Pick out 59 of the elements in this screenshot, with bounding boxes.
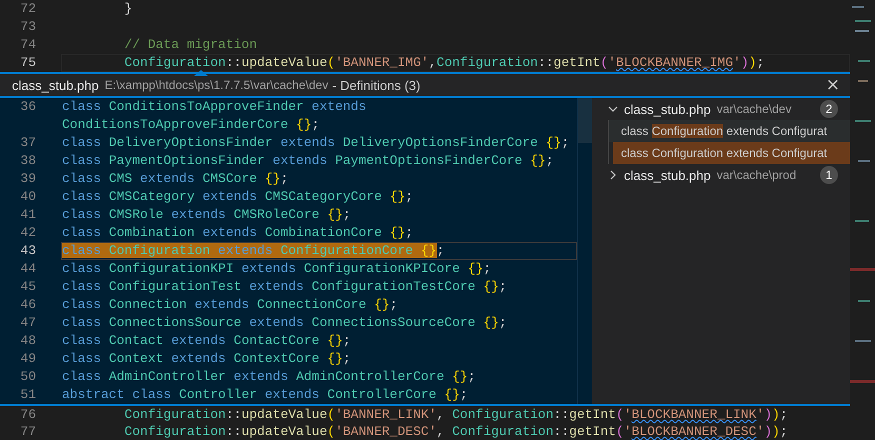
- code-line: Configuration::updateValue('BANNER_DESC', Configuration::getInt('BLOCKBANNER_DESC'));: [123, 424, 788, 439]
- line-number: 50: [20, 369, 36, 384]
- line-number: 76: [19, 406, 36, 423]
- line-number: 75: [19, 54, 36, 72]
- reference-file-item[interactable]: class_stub.php var\cache\prod 1: [592, 164, 850, 186]
- line-number: 37: [20, 135, 36, 150]
- line-number: 48: [20, 333, 36, 348]
- code-line: Configuration::updateValue('BANNER_IMG',Configuration::getInt('BLOCKBANNER_IMG'));: [123, 55, 764, 70]
- count-badge: 2: [820, 100, 838, 118]
- code-line: }: [123, 1, 132, 16]
- line-number: 36: [20, 99, 36, 114]
- code-line: // Data migration: [123, 37, 258, 52]
- reference-file-name: class_stub.php: [624, 168, 711, 182]
- line-number: 49: [20, 351, 36, 366]
- code-line: class Configuration extends ConfigurationCore {};: [62, 243, 444, 258]
- line-number: 42: [20, 225, 36, 240]
- code-line: class AdminController extends AdminControllerCore {};: [62, 369, 476, 384]
- code-line: class ConfigurationTest extends ConfigurationTestCore {};: [62, 279, 507, 294]
- line-number: 72: [19, 0, 36, 18]
- code-line: Configuration::updateValue('BANNER_LINK', Configuration::getInt('BLOCKBANNER_LINK'));: [123, 407, 788, 422]
- reference-item[interactable]: class Configuration extends Configurat: [608, 120, 850, 142]
- line-number: 51: [20, 387, 36, 402]
- reference-file-path: var\cache\dev: [716, 102, 792, 116]
- line-number: 77: [19, 423, 36, 440]
- code-line: abstract class Controller extends ControllerCore {};: [62, 387, 468, 402]
- peek-title: - Definitions (3): [332, 78, 420, 92]
- code-line: class ConfigurationKPI extends ConfigurationKPICore {};: [62, 261, 492, 276]
- reference-file-item[interactable]: class_stub.php var\cache\dev 2: [592, 98, 850, 120]
- reference-file-path: var\cache\prod: [716, 168, 796, 182]
- line-number: 45: [20, 279, 36, 294]
- code-line: class Contact extends ContactCore {};: [62, 333, 351, 348]
- line-number: 46: [20, 297, 36, 312]
- line-number: 47: [20, 315, 36, 330]
- count-badge: 1: [820, 166, 838, 184]
- reference-file-name: class_stub.php: [624, 102, 711, 116]
- line-number: 73: [19, 18, 36, 36]
- reference-item[interactable]: class Configuration extends Configurat: [608, 142, 850, 164]
- code-line: class Context extends ContextCore {};: [62, 351, 351, 366]
- code-line: class CMSCategory extends CMSCategoryCore {};: [62, 189, 414, 204]
- code-line: class Combination extends CombinationCore {};: [62, 225, 414, 240]
- code-line: class CMS extends CMSCore {};: [62, 171, 288, 186]
- code-line: class PaymentOptionsFinder extends PaymentOptionsFinderCore {};: [62, 153, 554, 168]
- line-number: 74: [19, 36, 36, 54]
- peek-file-path: E:\xampp\htdocs\ps\1.7.7.5\var\cache\dev: [104, 78, 328, 92]
- line-number: 40: [20, 189, 36, 204]
- scrollbar-thumb[interactable]: [578, 98, 592, 143]
- code-line: class ConnectionsSource extends ConnectionsSourceCore {};: [62, 315, 507, 330]
- close-button[interactable]: ×: [822, 75, 844, 95]
- line-number: 38: [20, 153, 36, 168]
- code-line: class CMSRole extends CMSRoleCore {};: [62, 207, 351, 222]
- code-line: class ConditionsToApproveFinder extends: [62, 99, 366, 114]
- code-line: class DeliveryOptionsFinder extends DeliveryOptionsFinderCore {};: [62, 135, 570, 150]
- line-number: 43: [20, 243, 36, 258]
- line-number: 39: [20, 171, 36, 186]
- code-line: ConditionsToApproveFinderCore {};: [62, 117, 320, 132]
- code-line: class Connection extends ConnectionCore {};: [62, 297, 398, 312]
- line-number: 44: [20, 261, 36, 276]
- line-number: 41: [20, 207, 36, 222]
- peek-file-name: class_stub.php: [12, 78, 99, 92]
